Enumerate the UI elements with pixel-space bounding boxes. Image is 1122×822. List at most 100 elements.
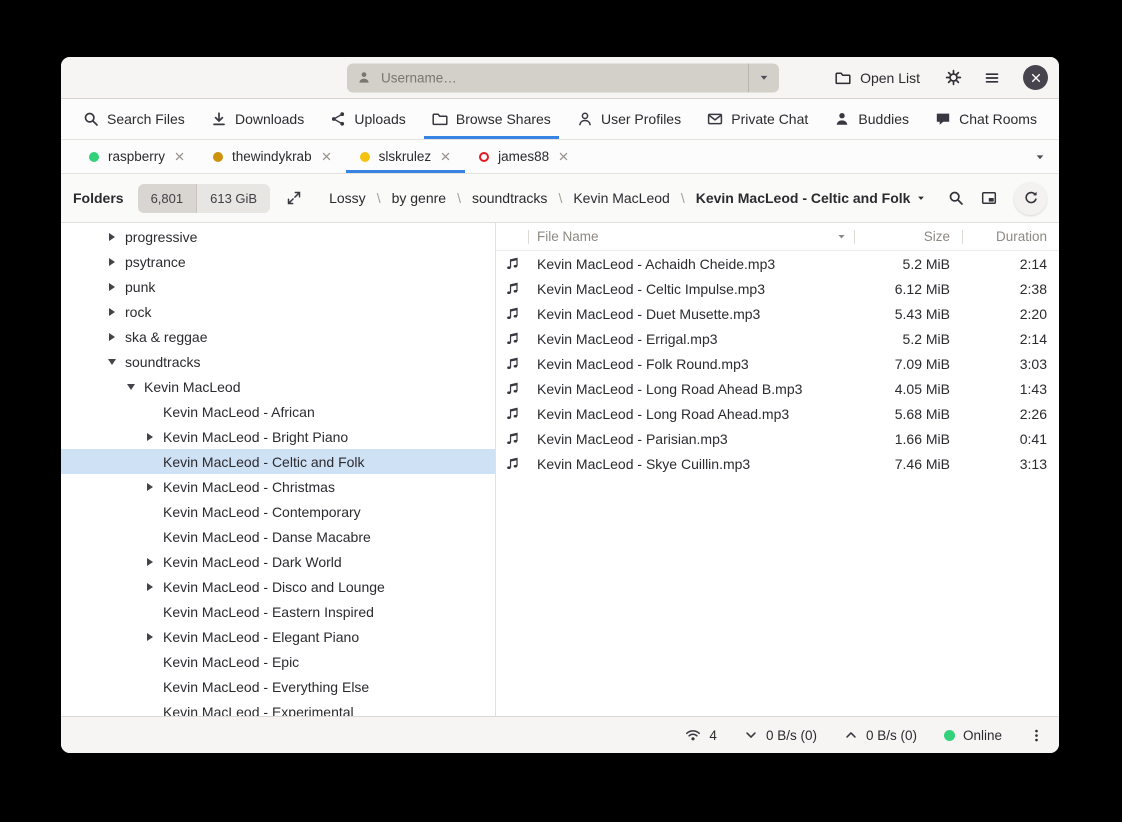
tree-item[interactable]: Kevin MacLeod - Experimental	[61, 699, 495, 716]
expander-collapsed-icon[interactable]	[105, 283, 118, 291]
user-tab-james88[interactable]: james88	[465, 140, 583, 173]
file-row[interactable]: Kevin MacLeod - Errigal.mp35.2 MiB2:14	[496, 326, 1059, 351]
file-row[interactable]: Kevin MacLeod - Skye Cuillin.mp37.46 MiB…	[496, 451, 1059, 476]
expander-expanded-icon[interactable]	[105, 359, 118, 365]
tab-label: Downloads	[235, 111, 304, 127]
tab-label: Uploads	[354, 111, 405, 127]
breadcrumb-item[interactable]: by genre	[392, 190, 446, 206]
tree-item[interactable]: Kevin MacLeod - Elegant Piano	[61, 624, 495, 649]
tree-item-label: Kevin MacLeod - Experimental	[163, 704, 354, 717]
tree-item[interactable]: Kevin MacLeod - Contemporary	[61, 499, 495, 524]
file-row[interactable]: Kevin MacLeod - Long Road Ahead.mp35.68 …	[496, 401, 1059, 426]
user-tab-thewindykrab[interactable]: thewindykrab	[199, 140, 346, 173]
tab-search-files[interactable]: Search Files	[75, 99, 193, 139]
expander-collapsed-icon[interactable]	[105, 258, 118, 266]
open-list-button[interactable]: Open List	[826, 64, 929, 92]
people-icon	[834, 111, 850, 127]
file-row[interactable]: Kevin MacLeod - Celtic Impulse.mp36.12 M…	[496, 276, 1059, 301]
expander-collapsed-icon[interactable]	[143, 558, 156, 566]
tab-downloads[interactable]: Downloads	[203, 99, 312, 139]
tree-item[interactable]: Kevin MacLeod - Celtic and Folk	[61, 449, 495, 474]
user-tabs: raspberrythewindykrabslskrulezjames88	[75, 140, 583, 173]
breadcrumb-item[interactable]: Kevin MacLeod	[573, 190, 670, 206]
tree-item[interactable]: Kevin MacLeod	[61, 374, 495, 399]
tree-item[interactable]: Kevin MacLeod - African	[61, 399, 495, 424]
close-tab-button[interactable]	[174, 151, 185, 162]
tree-item[interactable]: progressive	[61, 224, 495, 249]
connection-status[interactable]: Online	[944, 728, 1002, 743]
close-tab-button[interactable]	[440, 151, 451, 162]
tree-item[interactable]: punk	[61, 274, 495, 299]
file-duration: 2:26	[963, 406, 1059, 422]
music-note-icon	[505, 381, 520, 396]
main-menu-button[interactable]	[977, 63, 1007, 93]
file-row[interactable]: Kevin MacLeod - Parisian.mp31.66 MiB0:41	[496, 426, 1059, 451]
tree-item[interactable]: psytrance	[61, 249, 495, 274]
tree-item[interactable]: Kevin MacLeod - Disco and Lounge	[61, 574, 495, 599]
breadcrumb-item[interactable]: Lossy	[329, 190, 366, 206]
column-header-icon[interactable]	[496, 223, 529, 250]
refresh-button[interactable]	[1014, 182, 1047, 215]
preferences-button[interactable]	[938, 63, 968, 93]
statusbar: 4 0 B/s (0) 0 B/s (0) Online	[61, 716, 1059, 753]
expander-collapsed-icon[interactable]	[143, 633, 156, 641]
user-tab-raspberry[interactable]: raspberry	[75, 140, 199, 173]
tree-item-label: Kevin MacLeod - Elegant Piano	[163, 629, 359, 645]
tree-item[interactable]: Kevin MacLeod - Eastern Inspired	[61, 599, 495, 624]
tree-item[interactable]: rock	[61, 299, 495, 324]
expander-collapsed-icon[interactable]	[105, 308, 118, 316]
tab-list-dropdown-button[interactable]	[1033, 150, 1047, 164]
statusbar-menu-button[interactable]	[1029, 728, 1044, 743]
tree-item[interactable]: Kevin MacLeod - Danse Macabre	[61, 524, 495, 549]
tree-item[interactable]: Kevin MacLeod - Everything Else	[61, 674, 495, 699]
column-header-file-name[interactable]: File Name	[529, 223, 855, 250]
expander-collapsed-icon[interactable]	[143, 433, 156, 441]
column-header-duration[interactable]: Duration	[963, 223, 1059, 250]
upload-stats[interactable]: 0 B/s (0)	[844, 728, 917, 743]
close-tab-button[interactable]	[558, 151, 569, 162]
detach-tab-button[interactable]	[981, 190, 997, 206]
search-folder-button[interactable]	[948, 190, 964, 206]
close-icon	[440, 151, 451, 162]
expander-collapsed-icon[interactable]	[143, 583, 156, 591]
tree-item[interactable]: ska & reggae	[61, 324, 495, 349]
connection-count[interactable]: 4	[685, 727, 717, 743]
tree-item[interactable]: soundtracks	[61, 349, 495, 374]
column-header-size[interactable]: Size	[855, 223, 963, 250]
tree-item-label: Kevin MacLeod - Danse Macabre	[163, 529, 371, 545]
file-row[interactable]: Kevin MacLeod - Duet Musette.mp35.43 MiB…	[496, 301, 1059, 326]
breadcrumb-item[interactable]: soundtracks	[472, 190, 547, 206]
tab-browse-shares[interactable]: Browse Shares	[424, 99, 559, 139]
username-search-field[interactable]	[347, 63, 748, 92]
folder-count-badge[interactable]: 6,801	[138, 184, 197, 213]
download-stats[interactable]: 0 B/s (0)	[744, 728, 817, 743]
username-dropdown-button[interactable]	[748, 63, 779, 92]
tree-item[interactable]: Kevin MacLeod - Dark World	[61, 549, 495, 574]
breadcrumb-item[interactable]: Kevin MacLeod - Celtic and Folk	[696, 190, 928, 206]
tab-private-chat[interactable]: Private Chat	[699, 99, 816, 139]
tree-item[interactable]: Kevin MacLeod - Bright Piano	[61, 424, 495, 449]
tree-item[interactable]: Kevin MacLeod - Epic	[61, 649, 495, 674]
share-size-badge[interactable]: 613 GiB	[196, 184, 270, 213]
file-row[interactable]: Kevin MacLeod - Long Road Ahead B.mp34.0…	[496, 376, 1059, 401]
upload-rate: 0 B/s (0)	[866, 728, 917, 743]
person-icon	[357, 71, 371, 85]
expander-collapsed-icon[interactable]	[105, 233, 118, 241]
sort-dropdown-icon[interactable]	[835, 230, 848, 243]
tree-item[interactable]: Kevin MacLeod - Christmas	[61, 474, 495, 499]
username-search-input[interactable]	[379, 69, 738, 86]
expander-collapsed-icon[interactable]	[105, 333, 118, 341]
tab-buddies[interactable]: Buddies	[826, 99, 917, 139]
breadcrumb-separator: \	[457, 190, 461, 206]
file-row[interactable]: Kevin MacLeod - Folk Round.mp37.09 MiB3:…	[496, 351, 1059, 376]
close-button[interactable]	[1023, 65, 1048, 90]
close-tab-button[interactable]	[321, 151, 332, 162]
expander-expanded-icon[interactable]	[124, 384, 137, 390]
tab-chat-rooms[interactable]: Chat Rooms	[927, 99, 1045, 139]
tab-user-profiles[interactable]: User Profiles	[569, 99, 689, 139]
file-row[interactable]: Kevin MacLeod - Achaidh Cheide.mp35.2 Mi…	[496, 251, 1059, 276]
expand-all-button[interactable]	[286, 190, 302, 206]
tab-uploads[interactable]: Uploads	[322, 99, 413, 139]
expander-collapsed-icon[interactable]	[143, 483, 156, 491]
user-tab-slskrulez[interactable]: slskrulez	[346, 140, 466, 173]
